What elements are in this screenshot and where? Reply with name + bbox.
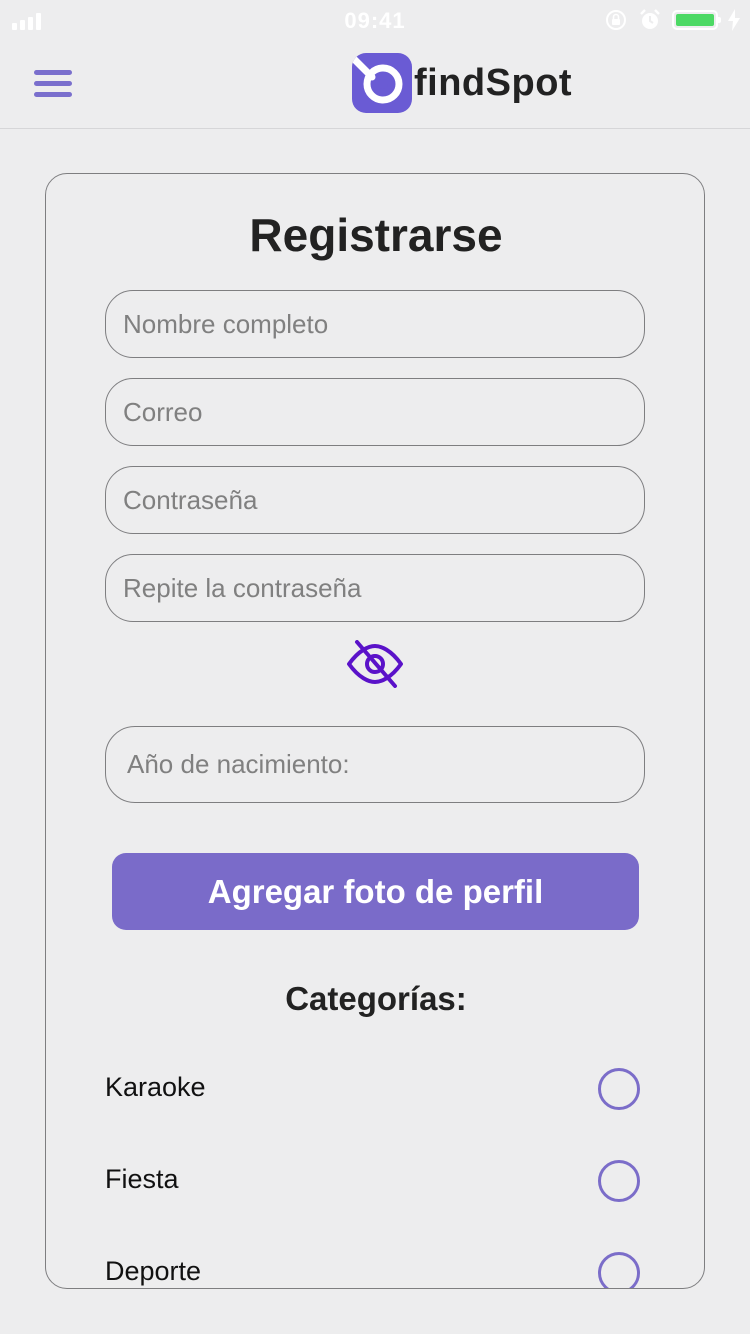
category-item[interactable]: Fiesta <box>105 1160 640 1204</box>
rotation-lock-icon <box>606 10 626 30</box>
category-radio-deporte[interactable] <box>598 1252 640 1288</box>
category-radio-fiesta[interactable] <box>598 1160 640 1202</box>
email-input[interactable] <box>105 378 645 446</box>
category-item[interactable]: Karaoke <box>105 1068 640 1112</box>
findspot-logo-icon <box>352 53 412 113</box>
app-logo: findSpot <box>352 53 572 113</box>
repeat-password-input[interactable] <box>105 554 645 622</box>
hamburger-menu-icon[interactable] <box>34 70 72 100</box>
full-name-input[interactable] <box>105 290 645 358</box>
category-radio-karaoke[interactable] <box>598 1068 640 1110</box>
category-label: Fiesta <box>105 1164 179 1194</box>
alarm-icon <box>640 9 660 29</box>
add-profile-photo-button[interactable]: Agregar foto de perfil <box>112 853 639 930</box>
battery-icon <box>672 10 721 30</box>
birth-year-input[interactable] <box>105 726 645 803</box>
password-input[interactable] <box>105 466 645 534</box>
category-label: Karaoke <box>105 1072 206 1102</box>
category-label: Deporte <box>105 1256 202 1286</box>
categories-title: Categorías: <box>285 980 467 1017</box>
status-bar: 09:41 <box>0 0 750 40</box>
category-item[interactable]: Deporte <box>105 1252 640 1288</box>
logo-text: findSpot <box>414 61 573 104</box>
charging-icon <box>728 9 740 31</box>
eye-slash-icon[interactable] <box>345 640 405 688</box>
register-card: Registrarse Agregar foto de perfil Categ… <box>45 173 705 1289</box>
page-title: Registrarse <box>249 209 503 261</box>
app-header: findSpot <box>0 40 750 129</box>
